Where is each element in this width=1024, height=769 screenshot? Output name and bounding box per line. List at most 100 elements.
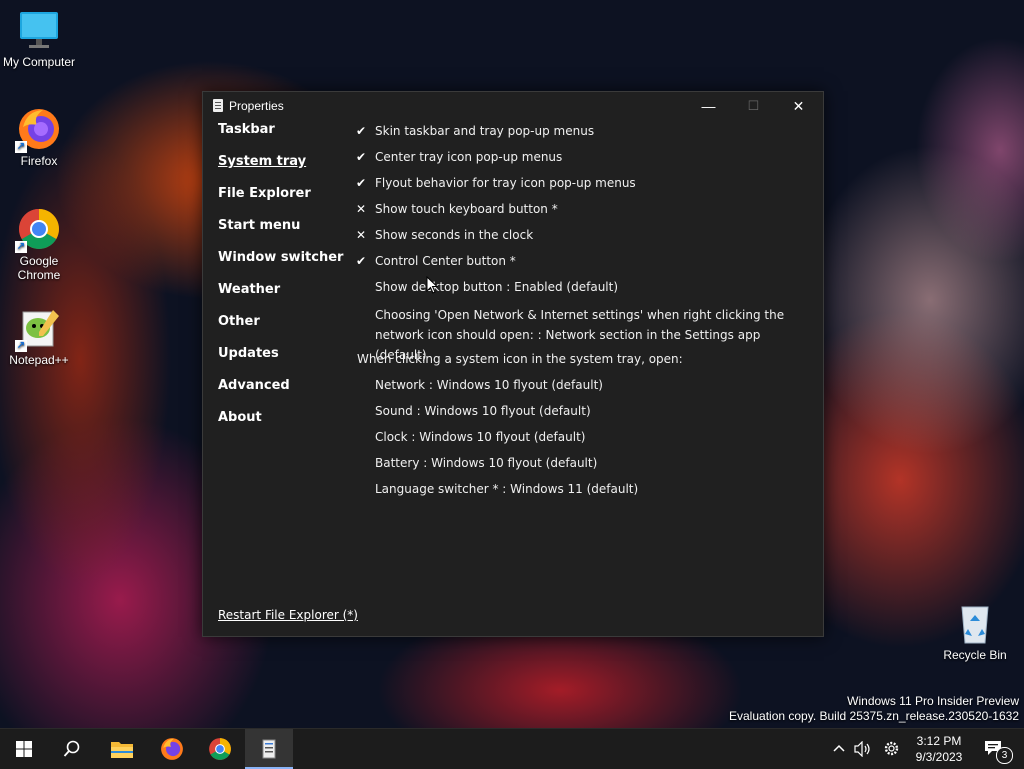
firefox-icon: ↗ bbox=[15, 107, 61, 153]
evaluation-watermark: Windows 11 Pro Insider Preview Evaluatio… bbox=[729, 694, 1019, 724]
section-heading: When clicking a system icon in the syste… bbox=[357, 352, 683, 366]
close-button[interactable]: ✕ bbox=[776, 92, 821, 120]
shortcut-arrow-icon: ↗ bbox=[15, 340, 27, 352]
option-sound-flyout[interactable]: Sound : Windows 10 flyout (default) bbox=[356, 404, 816, 430]
start-button[interactable] bbox=[0, 729, 48, 769]
search-button[interactable] bbox=[48, 729, 96, 769]
cross-icon: ✕ bbox=[356, 228, 367, 242]
monitor-icon bbox=[17, 8, 61, 52]
properties-button[interactable] bbox=[245, 729, 293, 769]
properties-window: Properties — ☐ ✕ Taskbar System tray Fil… bbox=[202, 91, 824, 637]
gear-icon bbox=[884, 741, 899, 756]
properties-icon bbox=[213, 99, 223, 112]
settings-button[interactable] bbox=[878, 729, 904, 769]
speaker-icon bbox=[854, 741, 870, 757]
watermark-line-1: Windows 11 Pro Insider Preview bbox=[847, 694, 1019, 708]
option-skin-taskbar-menus[interactable]: ✔ Skin taskbar and tray pop-up menus bbox=[356, 124, 816, 150]
checkmark-icon: ✔ bbox=[356, 150, 367, 164]
checkmark-icon: ✔ bbox=[356, 124, 367, 138]
taskbar-clock[interactable]: 3:12 PM 9/3/2023 bbox=[904, 733, 974, 765]
volume-button[interactable] bbox=[851, 729, 875, 769]
file-explorer-button[interactable] bbox=[98, 729, 146, 769]
search-icon bbox=[63, 740, 80, 757]
option-show-seconds[interactable]: ✕ Show seconds in the clock bbox=[356, 228, 816, 254]
desktop-icon-label: Firefox bbox=[20, 154, 58, 168]
cross-icon: ✕ bbox=[356, 202, 367, 216]
option-network-flyout[interactable]: Network : Windows 10 flyout (default) bbox=[356, 378, 816, 404]
sidebar-nav: Taskbar System tray File Explorer Start … bbox=[218, 122, 348, 442]
chrome-button[interactable] bbox=[196, 729, 244, 769]
properties-icon bbox=[262, 739, 276, 759]
option-flyout-behavior[interactable]: ✔ Flyout behavior for tray icon pop-up m… bbox=[356, 176, 816, 202]
notepad-plus-plus-icon: ↗ bbox=[15, 306, 61, 352]
title-bar[interactable]: Properties — ☐ ✕ bbox=[203, 92, 823, 120]
desktop: My Computer ↗ Firefox ↗ Google Chrome ↗ … bbox=[0, 0, 1024, 728]
desktop-icon-recycle-bin[interactable]: Recycle Bin bbox=[937, 601, 1013, 662]
desktop-icon-firefox[interactable]: ↗ Firefox bbox=[1, 107, 77, 168]
option-clock-flyout[interactable]: Clock : Windows 10 flyout (default) bbox=[356, 430, 816, 456]
firefox-icon bbox=[161, 738, 183, 760]
nav-item-taskbar[interactable]: Taskbar bbox=[218, 122, 348, 154]
option-show-desktop-button[interactable]: Show desktop button : Enabled (default) bbox=[356, 280, 816, 306]
folder-icon bbox=[111, 742, 133, 758]
option-label: Flyout behavior for tray icon pop-up men… bbox=[375, 176, 636, 190]
desktop-icon-notepad-plus-plus[interactable]: ↗ Notepad++ bbox=[1, 306, 77, 367]
option-center-tray-menus[interactable]: ✔ Center tray icon pop-up menus bbox=[356, 150, 816, 176]
checkmark-icon: ✔ bbox=[356, 176, 367, 190]
option-label: Control Center button * bbox=[375, 254, 516, 268]
option-label: Center tray icon pop-up menus bbox=[375, 150, 563, 164]
option-network-settings-target[interactable]: Choosing 'Open Network & Internet settin… bbox=[356, 306, 816, 362]
option-label: Show seconds in the clock bbox=[375, 228, 534, 242]
option-label: Show desktop button : Enabled (default) bbox=[375, 280, 619, 294]
nav-item-system-tray[interactable]: System tray bbox=[218, 154, 348, 186]
clock-time: 3:12 PM bbox=[916, 734, 962, 748]
nav-item-advanced[interactable]: Advanced bbox=[218, 378, 348, 410]
section-heading-system-icon-click: When clicking a system icon in the syste… bbox=[356, 352, 816, 378]
nav-item-updates[interactable]: Updates bbox=[218, 346, 348, 378]
notification-count-badge: 3 bbox=[996, 747, 1013, 764]
option-label: Language switcher * : Windows 11 (defaul… bbox=[375, 482, 639, 496]
show-hidden-icons-button[interactable] bbox=[828, 729, 850, 769]
desktop-icon-label: My Computer bbox=[2, 55, 76, 69]
notification-center-button[interactable]: 3 bbox=[978, 729, 1018, 769]
desktop-icon-label: Notepad++ bbox=[9, 353, 69, 367]
desktop-icon-my-computer[interactable]: My Computer bbox=[1, 8, 77, 69]
option-label: Network : Windows 10 flyout (default) bbox=[375, 378, 603, 392]
desktop-icon-label: Recycle Bin bbox=[943, 648, 1007, 662]
restart-file-explorer-link[interactable]: Restart File Explorer (*) bbox=[218, 608, 358, 622]
option-control-center-button[interactable]: ✔ Control Center button * bbox=[356, 254, 816, 280]
option-label: Sound : Windows 10 flyout (default) bbox=[375, 404, 591, 418]
desktop-icon-google-chrome[interactable]: ↗ Google Chrome bbox=[1, 207, 77, 282]
recycle-bin-icon bbox=[953, 601, 997, 645]
checkmark-icon: ✔ bbox=[356, 254, 367, 268]
nav-item-start-menu[interactable]: Start menu bbox=[218, 218, 348, 250]
nav-item-about[interactable]: About bbox=[218, 410, 348, 442]
option-touch-keyboard-button[interactable]: ✕ Show touch keyboard button * bbox=[356, 202, 816, 228]
windows-logo-icon bbox=[16, 741, 32, 757]
nav-item-window-switcher[interactable]: Window switcher bbox=[218, 250, 348, 282]
shortcut-arrow-icon: ↗ bbox=[15, 141, 27, 153]
clock-date: 9/3/2023 bbox=[915, 750, 963, 764]
option-label: Skin taskbar and tray pop-up menus bbox=[375, 124, 595, 138]
option-label: Show touch keyboard button * bbox=[375, 202, 558, 216]
nav-item-file-explorer[interactable]: File Explorer bbox=[218, 186, 348, 218]
shortcut-arrow-icon: ↗ bbox=[15, 241, 27, 253]
chevron-up-icon bbox=[833, 744, 845, 752]
window-title: Properties bbox=[229, 99, 284, 113]
nav-item-weather[interactable]: Weather bbox=[218, 282, 348, 314]
chrome-icon: ↗ bbox=[15, 207, 61, 253]
option-label: Clock : Windows 10 flyout (default) bbox=[375, 430, 586, 444]
firefox-button[interactable] bbox=[148, 729, 196, 769]
desktop-icon-label: Google Chrome bbox=[17, 254, 61, 282]
chrome-icon bbox=[209, 738, 231, 760]
option-language-switcher[interactable]: Language switcher * : Windows 11 (defaul… bbox=[356, 482, 816, 508]
taskbar: 3:12 PM 9/3/2023 3 bbox=[0, 728, 1024, 769]
option-battery-flyout[interactable]: Battery : Windows 10 flyout (default) bbox=[356, 456, 816, 482]
option-label: Battery : Windows 10 flyout (default) bbox=[375, 456, 598, 470]
settings-list: ✔ Skin taskbar and tray pop-up menus ✔ C… bbox=[356, 124, 816, 508]
watermark-line-2: Evaluation copy. Build 25375.zn_release.… bbox=[729, 709, 1019, 723]
minimize-button[interactable]: — bbox=[686, 92, 731, 120]
mouse-cursor-icon bbox=[426, 276, 438, 294]
maximize-button[interactable]: ☐ bbox=[731, 92, 776, 120]
nav-item-other[interactable]: Other bbox=[218, 314, 348, 346]
